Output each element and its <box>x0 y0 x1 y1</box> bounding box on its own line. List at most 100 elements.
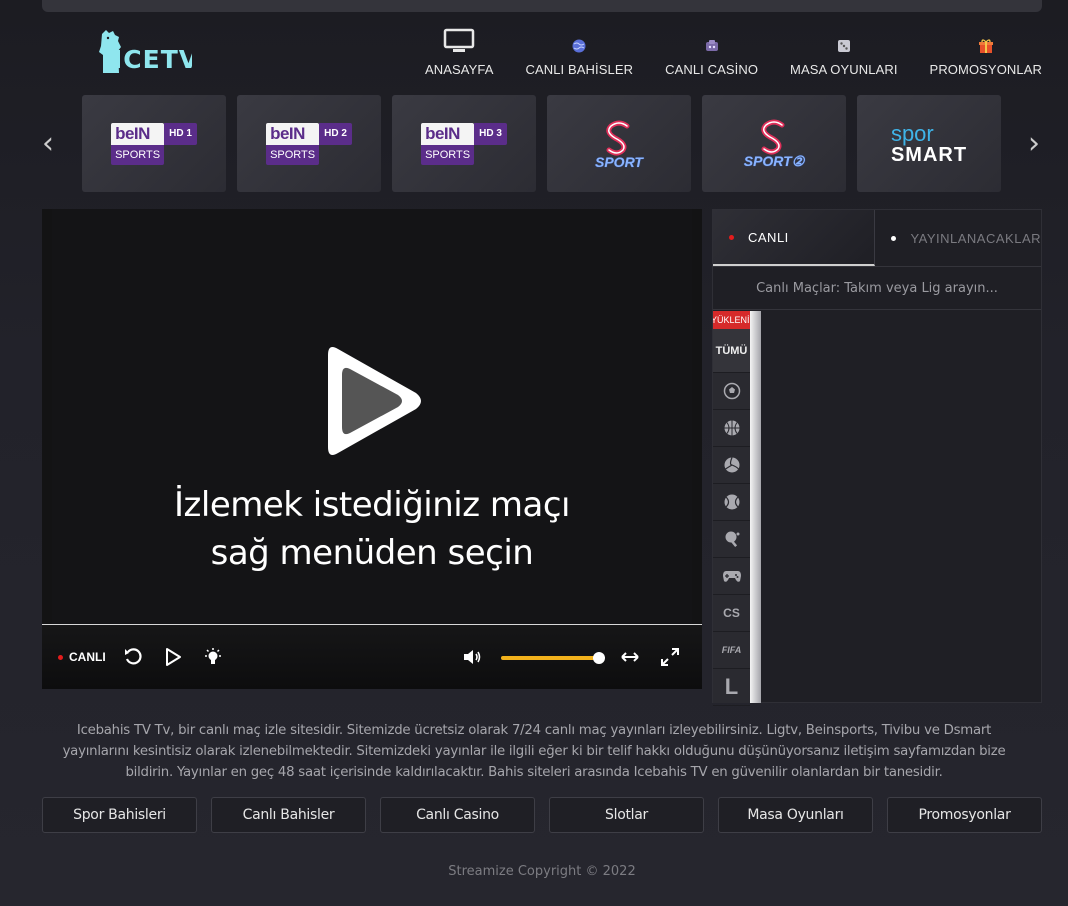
tab-label: CANLI <box>748 229 789 245</box>
logo-bear-icon: ICETV <box>99 30 198 74</box>
main-nav: ANASAYFA CANLI BAHİSLER CANLI CASİNO MAS… <box>425 26 1042 77</box>
globe-icon <box>569 36 589 56</box>
live-indicator: CANLI <box>58 650 106 664</box>
channel-bein-hd3[interactable]: beIN SPORTS HD 3 <box>392 95 536 192</box>
video-player[interactable]: İzlemek istediğiniz maçı sağ menüden seç… <box>42 209 702 689</box>
match-search-input[interactable] <box>713 267 1041 309</box>
filter-esports[interactable] <box>713 558 750 595</box>
channel-sub: SPORTS <box>421 144 475 165</box>
filter-table-tennis[interactable] <box>713 521 750 558</box>
site-logo[interactable]: ICETV <box>92 28 198 74</box>
stretch-button[interactable] <box>619 646 641 668</box>
filter-cs[interactable]: CS <box>713 595 750 632</box>
channel-hd: HD 2 <box>319 122 352 145</box>
footer-canli-bahisler-button[interactable]: Canlı Bahisler <box>211 797 366 833</box>
channel-spor-smart[interactable]: spor SMART <box>857 95 1001 192</box>
channel-hd: HD 1 <box>164 122 197 145</box>
play-icon <box>328 347 421 455</box>
filter-tennis[interactable] <box>713 484 750 521</box>
match-search <box>713 267 1041 310</box>
s-sport-2-logo: SPORT② <box>743 117 805 170</box>
site-description: Icebahis TV Tv, bir canlı maç izle sites… <box>62 723 1006 780</box>
channel-text: SPORT② <box>743 153 805 169</box>
nav-anasayfa[interactable]: ANASAYFA <box>425 26 493 77</box>
carousel-next-button[interactable]: › <box>1024 129 1044 159</box>
nav-canli-casino[interactable]: CANLI CASİNO <box>665 36 758 77</box>
filter-fifa[interactable]: FIFA <box>713 632 750 669</box>
carousel-prev-button[interactable]: ‹ <box>38 129 58 159</box>
channel-bein-hd1[interactable]: beIN SPORTS HD 1 <box>82 95 226 192</box>
channel-sub: SPORTS <box>111 144 165 165</box>
nav-label: ANASAYFA <box>425 62 494 77</box>
live-dot <box>58 654 63 660</box>
match-tabs: CANLI YAYINLANACAKLAR <box>713 210 1041 267</box>
football-icon <box>723 382 740 400</box>
channel-word: beIN <box>421 122 475 145</box>
nav-label: PROMOSYONLAR <box>929 62 1042 77</box>
basketball-icon <box>724 420 739 436</box>
footer-canli-casino-button[interactable]: Canlı Casino <box>380 797 535 833</box>
message-line2: sağ menüden seçin <box>210 533 534 573</box>
upcoming-dot <box>891 235 897 241</box>
play-small-icon <box>166 648 181 666</box>
channel-bein-hd2[interactable]: beIN SPORTS HD 2 <box>237 95 381 192</box>
dice-icon <box>834 36 854 56</box>
match-panel: CANLI YAYINLANACAKLAR YÜKLENİYOR TÜMÜ CS <box>712 209 1042 706</box>
volume-button[interactable] <box>461 646 483 668</box>
fullscreen-button[interactable] <box>659 646 681 668</box>
nav-canli-bahisler[interactable]: CANLI BAHİSLER <box>525 36 633 77</box>
filter-lol[interactable]: L <box>713 669 750 706</box>
cs-icon: CS <box>723 606 740 620</box>
gamepad-icon <box>722 571 741 582</box>
fullscreen-icon <box>661 648 679 666</box>
volume-slider[interactable] <box>501 652 605 664</box>
channel-word: beIN <box>111 122 165 145</box>
footer-links: Spor Bahisleri Canlı Bahisler Canlı Casi… <box>42 797 1042 833</box>
filter-basketball[interactable] <box>713 410 750 447</box>
select-match-message: İzlemek istediğiniz maçı sağ menüden seç… <box>42 481 702 577</box>
volume-icon <box>464 650 481 664</box>
nav-label: CANLI BAHİSLER <box>525 62 634 77</box>
monitor-icon <box>442 26 476 56</box>
bein-sports-logo: beIN SPORTS HD 1 <box>111 122 197 165</box>
live-dot <box>729 234 734 240</box>
stretch-icon <box>621 652 639 662</box>
nav-label: CANLI CASİNO <box>665 62 759 77</box>
footer-slotlar-button[interactable]: Slotlar <box>549 797 704 833</box>
channel-line2: SMART <box>890 143 968 166</box>
sport-filter-bar: YÜKLENİYOR TÜMÜ CS FIFA L <box>713 311 750 706</box>
channel-line1: spor <box>890 120 934 146</box>
svg-text:ICETV: ICETV <box>113 45 192 74</box>
nav-promosyonlar[interactable]: PROMOSYONLAR <box>930 36 1042 77</box>
footer-masa-oyunlari-button[interactable]: Masa Oyunları <box>718 797 873 833</box>
channel-text: SPORT <box>595 153 643 170</box>
tab-yayinlanacaklar[interactable]: YAYINLANACAKLAR <box>875 210 1041 266</box>
filter-volleyball[interactable] <box>713 447 750 484</box>
volume-knob[interactable] <box>593 652 605 664</box>
replay-button[interactable] <box>122 646 144 668</box>
tennis-icon <box>724 494 739 510</box>
channel-sub: SPORTS <box>266 144 320 165</box>
lol-icon: L <box>724 674 739 699</box>
match-list-scrollbar[interactable] <box>750 311 761 703</box>
footer-promosyonlar-button[interactable]: Promosyonlar <box>887 797 1042 833</box>
channel-s-sport-2[interactable]: SPORT② <box>702 95 846 192</box>
nav-masa-oyunlari[interactable]: MASA OYUNLARI <box>790 36 898 77</box>
volleyball-icon <box>724 457 739 473</box>
channel-carousel: beIN SPORTS HD 1 beIN SPORTS HD 2 beIN S… <box>82 95 1001 192</box>
play-button[interactable] <box>162 646 184 668</box>
bein-sports-logo: beIN SPORTS HD 3 <box>421 122 507 165</box>
channel-word: beIN <box>266 122 320 145</box>
filter-all[interactable]: TÜMÜ <box>713 329 750 373</box>
casino-chip-icon <box>702 36 722 56</box>
filter-football[interactable] <box>713 373 750 410</box>
message-line1: İzlemek istediğiniz maçı <box>174 485 570 525</box>
light-toggle-button[interactable] <box>202 646 224 668</box>
footer-spor-bahisleri-button[interactable]: Spor Bahisleri <box>42 797 197 833</box>
channel-s-sport[interactable]: SPORT <box>547 95 691 192</box>
s-sport-logo: SPORT <box>595 118 643 170</box>
big-play-button[interactable] <box>320 341 426 461</box>
tab-label: YAYINLANACAKLAR <box>910 230 1041 246</box>
live-label: CANLI <box>69 650 106 664</box>
tab-canli[interactable]: CANLI <box>713 210 876 266</box>
